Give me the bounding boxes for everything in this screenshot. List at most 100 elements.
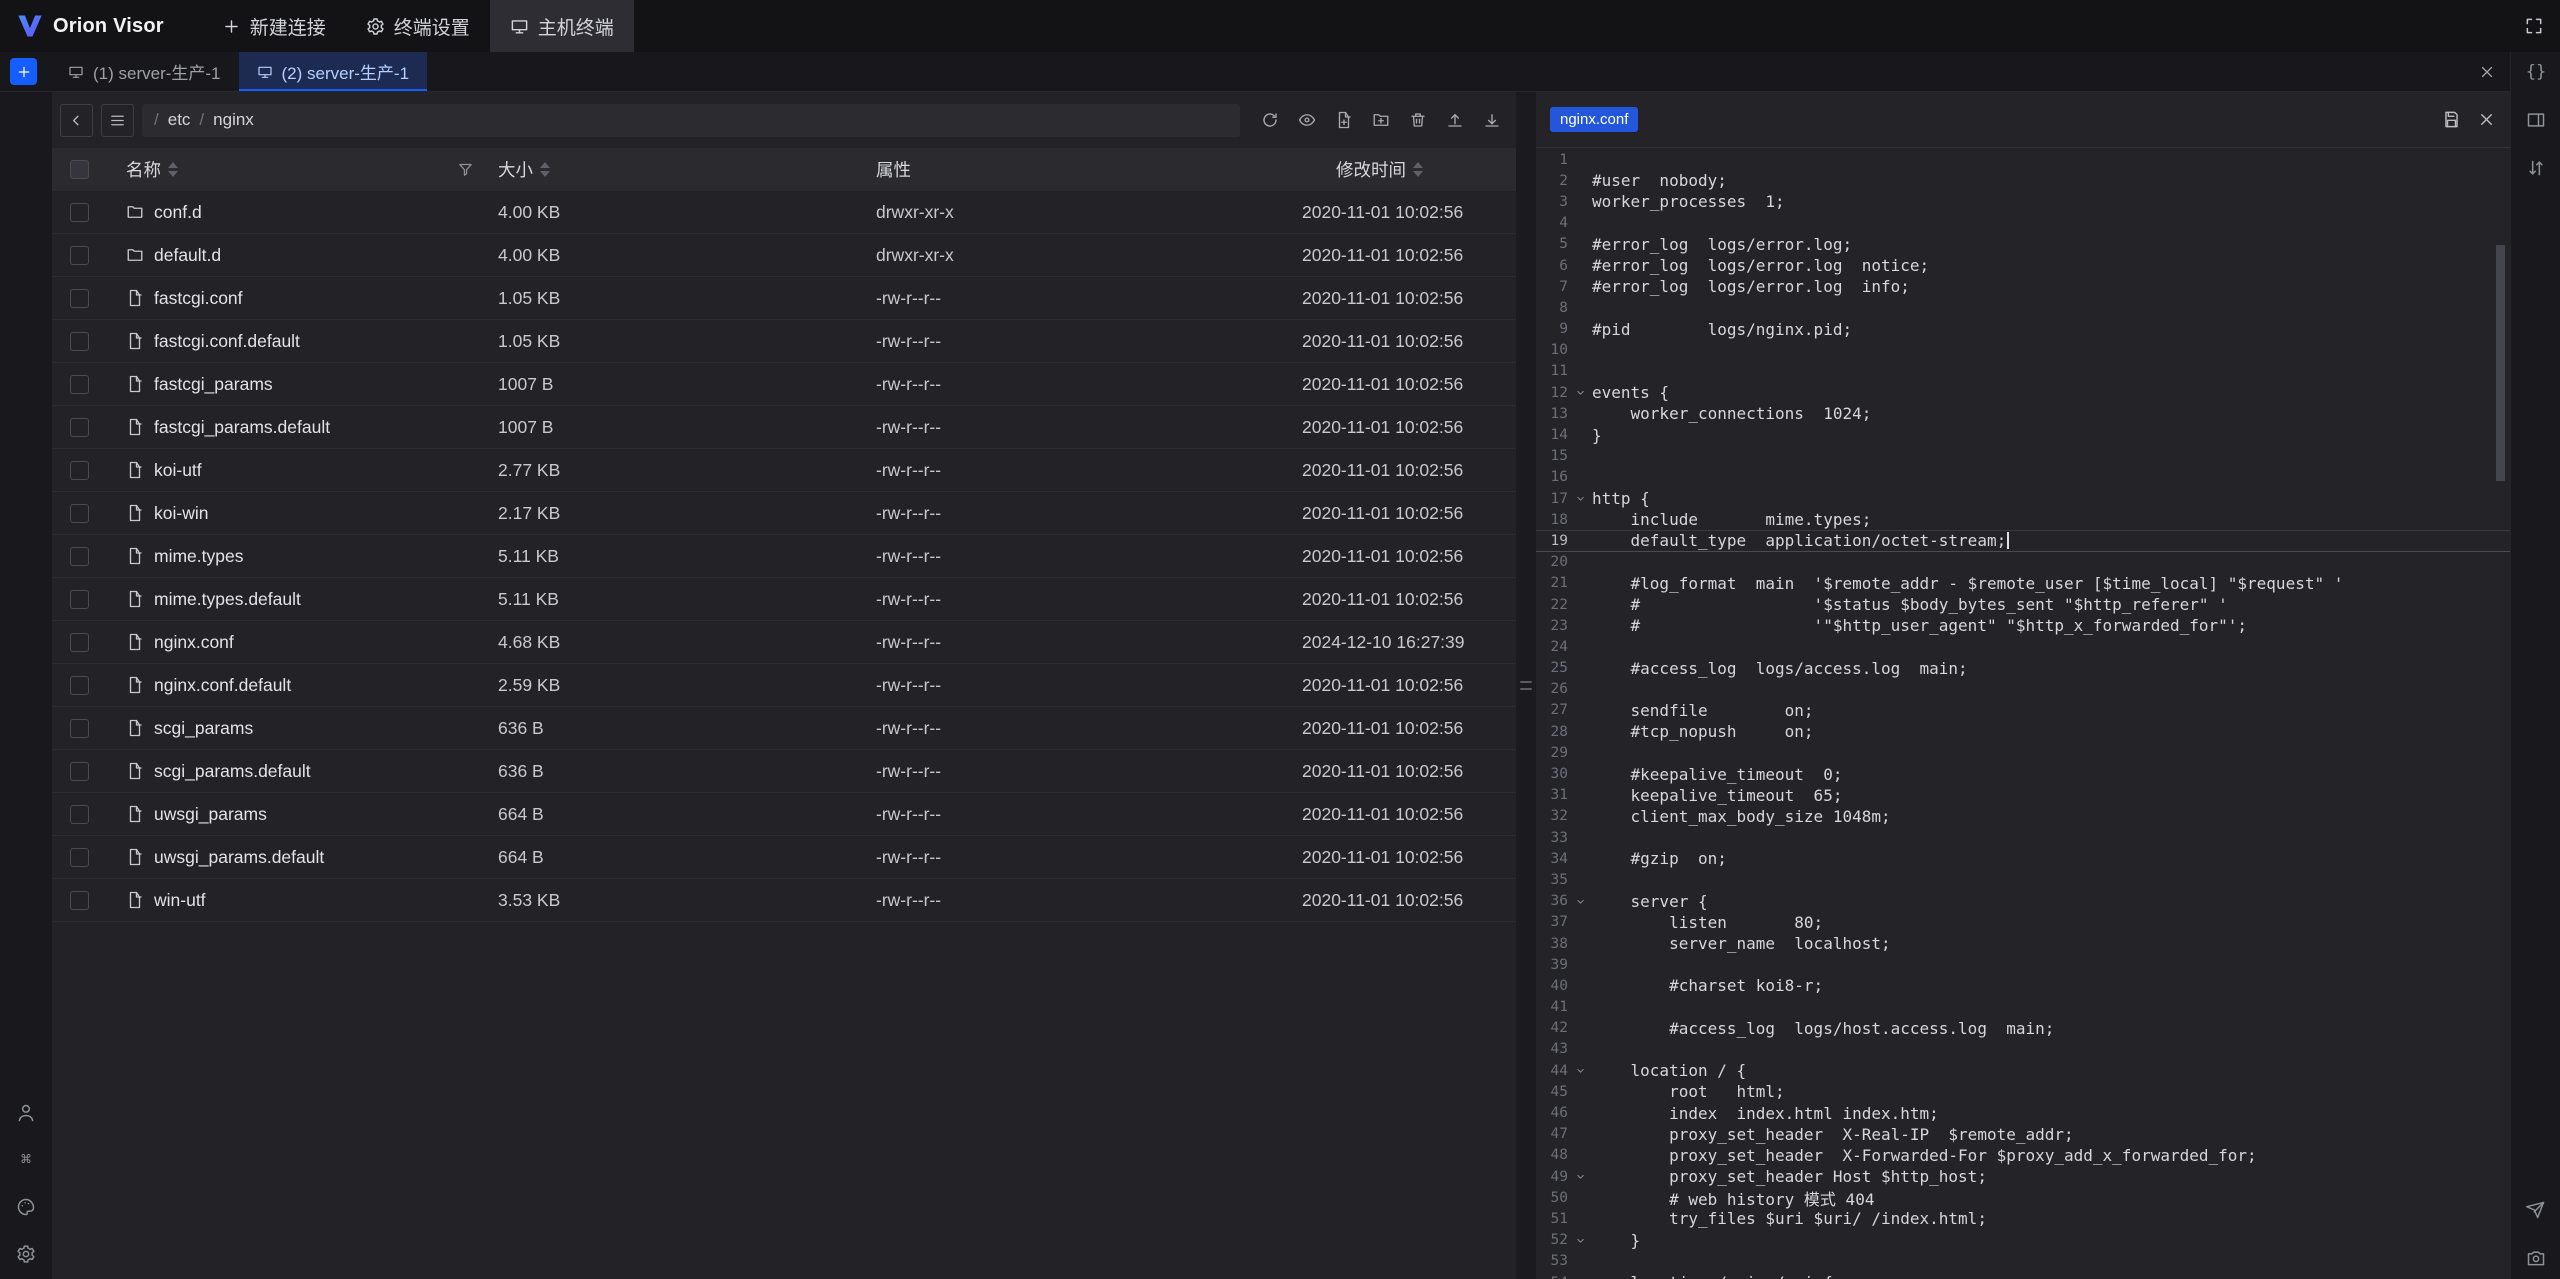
row-checkbox[interactable] xyxy=(70,676,89,695)
code-line[interactable]: 9#pid logs/nginx.pid; xyxy=(1536,319,2510,340)
file-name[interactable]: scgi_params.default xyxy=(154,761,311,782)
row-checkbox[interactable] xyxy=(70,504,89,523)
preview-hidden-button[interactable] xyxy=(1291,104,1323,136)
refresh-button[interactable] xyxy=(1254,104,1286,136)
code-line[interactable]: 40 #charset koi8-r; xyxy=(1536,975,2510,996)
code-line[interactable]: 21 #log_format main '$remote_addr - $rem… xyxy=(1536,573,2510,594)
back-button[interactable] xyxy=(60,104,93,137)
send-command-button[interactable] xyxy=(2519,1193,2553,1227)
file-row[interactable]: mime.types.default5.11 KB-rw-r--r--2020-… xyxy=(52,578,1516,621)
row-checkbox[interactable] xyxy=(70,719,89,738)
upload-button[interactable] xyxy=(1439,104,1471,136)
select-all-checkbox[interactable] xyxy=(70,160,89,179)
panel-resizer[interactable] xyxy=(1516,92,1536,1279)
code-line[interactable]: 36 server { xyxy=(1536,891,2510,912)
menu-item-host-terminal[interactable]: 主机终端 xyxy=(490,0,634,52)
code-line[interactable]: 45 root html; xyxy=(1536,1081,2510,1102)
file-name[interactable]: uwsgi_params xyxy=(154,804,267,825)
sort-name-button[interactable] xyxy=(168,162,178,177)
new-tab-button[interactable] xyxy=(10,58,37,85)
file-name[interactable]: scgi_params xyxy=(154,718,253,739)
code-line[interactable]: 10 xyxy=(1536,340,2510,361)
code-line[interactable]: 3worker_processes 1; xyxy=(1536,191,2510,212)
row-checkbox[interactable] xyxy=(70,332,89,351)
row-checkbox[interactable] xyxy=(70,547,89,566)
file-row[interactable]: scgi_params.default636 B-rw-r--r--2020-1… xyxy=(52,750,1516,793)
menu-item-new-connection[interactable]: 新建连接 xyxy=(202,0,346,52)
code-line[interactable]: 47 proxy_set_header X-Real-IP $remote_ad… xyxy=(1536,1124,2510,1145)
row-checkbox[interactable] xyxy=(70,590,89,609)
file-name[interactable]: conf.d xyxy=(154,202,202,223)
fold-toggle-icon[interactable] xyxy=(1568,492,1592,505)
editor-close-button[interactable] xyxy=(2477,110,2496,129)
terminal-tab-1[interactable]: (1) server-生产-1 xyxy=(50,52,239,91)
config-button[interactable]: {} xyxy=(2519,55,2553,89)
save-file-button[interactable] xyxy=(2442,110,2461,129)
file-row[interactable]: uwsgi_params664 B-rw-r--r--2020-11-01 10… xyxy=(52,793,1516,836)
file-name[interactable]: mime.types xyxy=(154,546,243,567)
code-line[interactable]: 34 #gzip on; xyxy=(1536,848,2510,869)
fold-toggle-icon[interactable] xyxy=(1568,386,1592,399)
code-line[interactable]: 1 xyxy=(1536,149,2510,170)
path-breadcrumb[interactable]: /etc/nginx xyxy=(142,104,1240,137)
code-line[interactable]: 49 proxy_set_header Host $http_host; xyxy=(1536,1166,2510,1187)
code-line[interactable]: 53 xyxy=(1536,1251,2510,1272)
code-line[interactable]: 15 xyxy=(1536,446,2510,467)
fold-toggle-icon[interactable] xyxy=(1568,1234,1592,1247)
row-checkbox[interactable] xyxy=(70,891,89,910)
code-line[interactable]: 44 location / { xyxy=(1536,1060,2510,1081)
file-name[interactable]: fastcgi.conf.default xyxy=(154,331,300,352)
download-button[interactable] xyxy=(1476,104,1508,136)
code-line[interactable]: 29 xyxy=(1536,742,2510,763)
row-checkbox[interactable] xyxy=(70,246,89,265)
file-row[interactable]: koi-win2.17 KB-rw-r--r--2020-11-01 10:02… xyxy=(52,492,1516,535)
file-name[interactable]: nginx.conf.default xyxy=(154,675,291,696)
shortcuts-button[interactable]: ⌘ xyxy=(9,1143,43,1177)
file-row[interactable]: fastcgi.conf1.05 KB-rw-r--r--2020-11-01 … xyxy=(52,277,1516,320)
code-line[interactable]: 33 xyxy=(1536,827,2510,848)
code-line[interactable]: 43 xyxy=(1536,1039,2510,1060)
code-line[interactable]: 12events { xyxy=(1536,382,2510,403)
code-line[interactable]: 16 xyxy=(1536,467,2510,488)
file-row[interactable]: default.d4.00 KBdrwxr-xr-x2020-11-01 10:… xyxy=(52,234,1516,277)
swap-button[interactable] xyxy=(2519,151,2553,185)
code-line[interactable]: 50 # web history 模式 404 xyxy=(1536,1187,2510,1208)
file-row[interactable]: koi-utf2.77 KB-rw-r--r--2020-11-01 10:02… xyxy=(52,449,1516,492)
file-row[interactable]: scgi_params636 B-rw-r--r--2020-11-01 10:… xyxy=(52,707,1516,750)
file-name[interactable]: fastcgi_params.default xyxy=(154,417,330,438)
code-line[interactable]: 5#error_log logs/error.log; xyxy=(1536,234,2510,255)
file-row[interactable]: nginx.conf.default2.59 KB-rw-r--r--2020-… xyxy=(52,664,1516,707)
code-line[interactable]: 4 xyxy=(1536,213,2510,234)
path-segment[interactable]: etc xyxy=(168,110,191,130)
list-view-button[interactable] xyxy=(101,104,134,137)
row-checkbox[interactable] xyxy=(70,805,89,824)
fullscreen-button[interactable] xyxy=(2524,16,2544,36)
code-line[interactable]: 6#error_log logs/error.log notice; xyxy=(1536,255,2510,276)
menu-item-terminal-settings[interactable]: 终端设置 xyxy=(346,0,490,52)
code-line[interactable]: 7#error_log logs/error.log info; xyxy=(1536,276,2510,297)
fold-toggle-icon[interactable] xyxy=(1568,895,1592,908)
code-line[interactable]: 23 # '"$http_user_agent" "$http_x_forwar… xyxy=(1536,615,2510,636)
code-line[interactable]: 48 proxy_set_header X-Forwarded-For $pro… xyxy=(1536,1145,2510,1166)
code-line[interactable]: 37 listen 80; xyxy=(1536,912,2510,933)
code-line[interactable]: 19 default_type application/octet-stream… xyxy=(1536,530,2510,551)
terminal-tab-2[interactable]: (2) server-生产-1 xyxy=(239,52,428,91)
open-file-tag[interactable]: nginx.conf xyxy=(1550,107,1638,132)
file-row[interactable]: conf.d4.00 KBdrwxr-xr-x2020-11-01 10:02:… xyxy=(52,191,1516,234)
code-line[interactable]: 41 xyxy=(1536,997,2510,1018)
code-line[interactable]: 11 xyxy=(1536,361,2510,382)
code-line[interactable]: 31 keepalive_timeout 65; xyxy=(1536,785,2510,806)
code-line[interactable]: 14} xyxy=(1536,424,2510,445)
code-line[interactable]: 35 xyxy=(1536,869,2510,890)
row-checkbox[interactable] xyxy=(70,375,89,394)
fold-toggle-icon[interactable] xyxy=(1568,1064,1592,1077)
code-line[interactable]: 17http { xyxy=(1536,488,2510,509)
sort-mtime-button[interactable] xyxy=(1413,162,1423,177)
user-button[interactable] xyxy=(9,1096,43,1130)
new-folder-button[interactable] xyxy=(1365,104,1397,136)
theme-button[interactable] xyxy=(9,1190,43,1224)
file-row[interactable]: nginx.conf4.68 KB-rw-r--r--2024-12-10 16… xyxy=(52,621,1516,664)
file-row[interactable]: fastcgi.conf.default1.05 KB-rw-r--r--202… xyxy=(52,320,1516,363)
file-name[interactable]: default.d xyxy=(154,245,221,266)
code-line[interactable]: 39 xyxy=(1536,954,2510,975)
